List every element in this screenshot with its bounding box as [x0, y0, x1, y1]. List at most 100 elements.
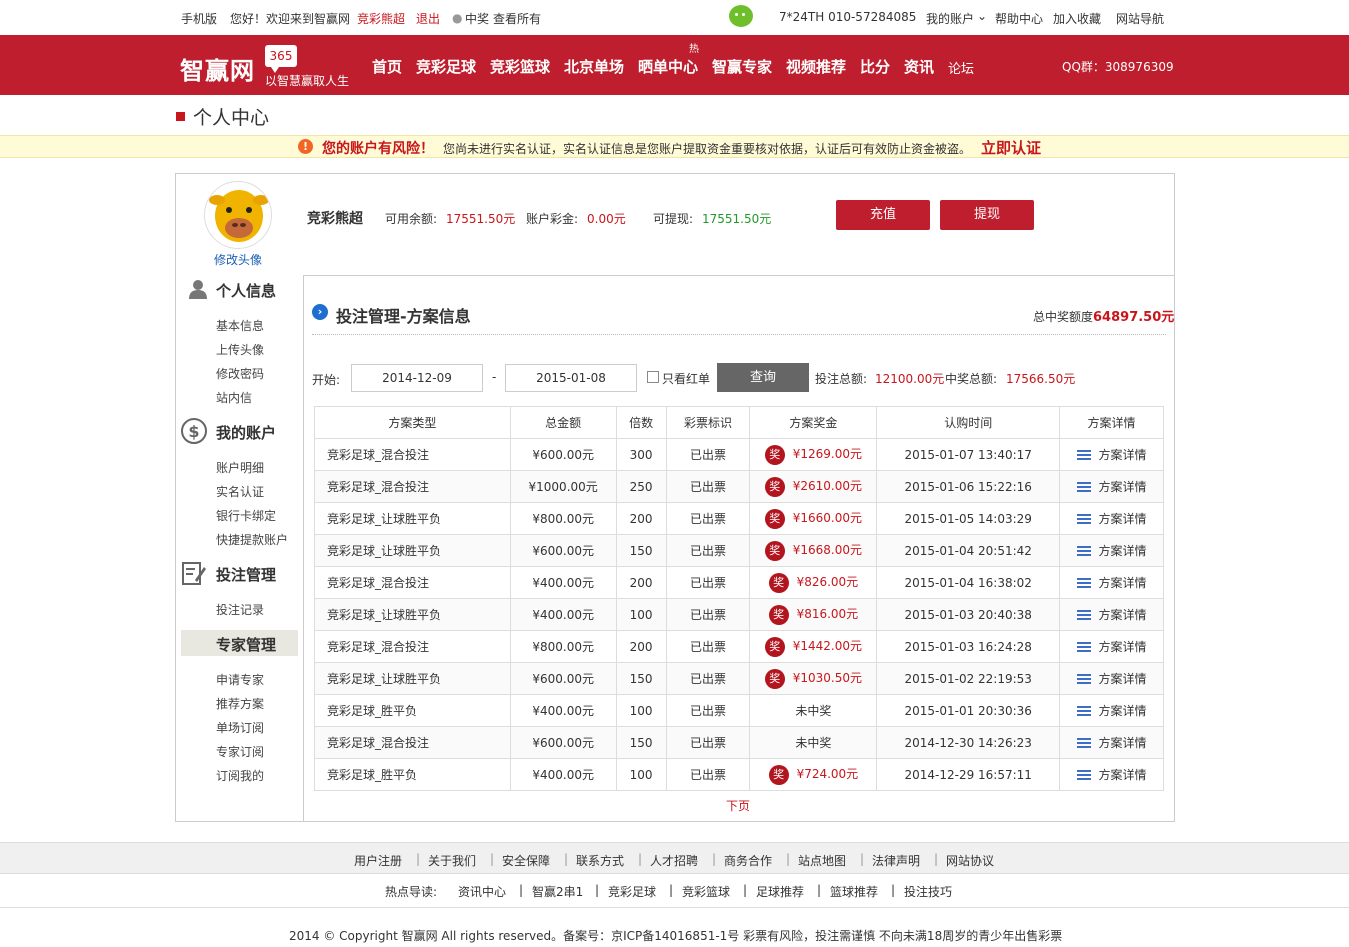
sidebar-item-recommend[interactable]: 推荐方案: [216, 695, 264, 712]
sidebar-item-single-subscribe[interactable]: 单场订阅: [216, 719, 264, 736]
detail-link[interactable]: 方案详情: [1099, 608, 1147, 622]
hot-link-jczq[interactable]: 竞彩足球: [608, 883, 656, 900]
footer-link-register[interactable]: 用户注册: [354, 852, 402, 869]
end-date-input[interactable]: 2015-01-08: [505, 364, 637, 392]
nav-bjdc[interactable]: 北京单场: [564, 56, 624, 77]
nav-jczq[interactable]: 竞彩足球: [416, 56, 476, 77]
hot-link-news[interactable]: 资讯中心: [458, 883, 506, 900]
username-link[interactable]: 竞彩熊超: [357, 10, 405, 27]
sidebar-item-change-password[interactable]: 修改密码: [216, 365, 264, 382]
table-row: 竞彩足球_混合投注 ¥600.00元 150 已出票 未中奖 2014-12-30 14:…: [314, 726, 1164, 759]
win-total-value: 17566.50元: [1006, 372, 1076, 386]
hot-link-football-tips[interactable]: 足球推荐: [756, 883, 804, 900]
sidebar-item-bet-records[interactable]: 投注记录: [216, 601, 264, 618]
cell-type: 竞彩足球_胜平负: [314, 694, 511, 727]
footer-separator: |: [934, 852, 939, 866]
footer-link-contact[interactable]: 联系方式: [576, 852, 624, 869]
help-center-link[interactable]: 帮助中心: [995, 10, 1043, 27]
red-only-checkbox[interactable]: [647, 371, 659, 383]
sidebar-section-expert[interactable]: 专家管理: [181, 630, 298, 656]
nav-forum[interactable]: 论坛: [948, 58, 974, 77]
detail-link[interactable]: 方案详情: [1099, 448, 1147, 462]
footer-link-about[interactable]: 关于我们: [428, 852, 476, 869]
detail-link[interactable]: 方案详情: [1099, 672, 1147, 686]
sidebar-item-bank-card[interactable]: 银行卡绑定: [216, 507, 276, 524]
verify-now-link[interactable]: 立即认证: [981, 137, 1041, 158]
cell-status: 已出票: [665, 726, 751, 759]
add-favorite-link[interactable]: 加入收藏: [1053, 10, 1101, 27]
my-account-menu[interactable]: 我的账户: [926, 10, 974, 27]
sidebar-item-my-subscribers[interactable]: 订阅我的: [216, 767, 264, 784]
prize-icon: 奖: [768, 572, 789, 593]
hot-link-2chuan1[interactable]: 智赢2串1: [532, 883, 583, 900]
recharge-button[interactable]: 充值: [836, 200, 930, 230]
table-row: 竞彩足球_胜平负 ¥400.00元 100 已出票 未中奖 2015-01-01 20:3…: [314, 694, 1164, 727]
footer-link-jobs[interactable]: 人才招聘: [650, 852, 698, 869]
sidebar-item-messages[interactable]: 站内信: [216, 389, 252, 406]
prize-icon: 奖: [764, 508, 785, 529]
hot-link-jclq[interactable]: 竞彩篮球: [682, 883, 730, 900]
view-all-link[interactable]: 查看所有: [493, 10, 541, 27]
nav-home[interactable]: 首页: [372, 56, 402, 77]
sidebar-item-upload-avatar[interactable]: 上传头像: [216, 341, 264, 358]
hot-link-basketball-tips[interactable]: 篮球推荐: [830, 883, 878, 900]
cell-time: 2015-01-03 16:24:28: [876, 630, 1061, 663]
footer-link-legal[interactable]: 法律声明: [872, 852, 920, 869]
detail-link[interactable]: 方案详情: [1099, 768, 1147, 782]
sidebar-section-betting[interactable]: 投注管理: [181, 559, 298, 587]
start-date-input[interactable]: 2014-12-09: [351, 364, 483, 392]
footer-link-agreement[interactable]: 网站协议: [946, 852, 994, 869]
detail-link[interactable]: 方案详情: [1099, 704, 1147, 718]
cell-type: 竞彩足球_混合投注: [314, 438, 511, 471]
detail-link[interactable]: 方案详情: [1099, 576, 1147, 590]
list-icon: [1076, 546, 1091, 557]
site-logo[interactable]: 智赢网: [180, 51, 255, 86]
avatar[interactable]: [204, 181, 272, 249]
prize-icon: 奖: [768, 604, 789, 625]
warning-text: 您尚未进行实名认证，实名认证信息是您账户提取资金重要核对依据，认证后可有效防止资…: [443, 142, 972, 156]
sidebar-item-account-detail[interactable]: 账户明细: [216, 459, 264, 476]
nav-video[interactable]: 视频推荐: [786, 56, 846, 77]
nav-jclq[interactable]: 竞彩篮球: [490, 56, 550, 77]
footer-link-business[interactable]: 商务合作: [724, 852, 772, 869]
detail-link[interactable]: 方案详情: [1099, 480, 1147, 494]
sidebar-item-basic-info[interactable]: 基本信息: [216, 317, 264, 334]
detail-link[interactable]: 方案详情: [1099, 736, 1147, 750]
sidebar-item-expert-subscribe[interactable]: 专家订阅: [216, 743, 264, 760]
list-icon: [1076, 482, 1091, 493]
hot-link-betting-skills[interactable]: 投注技巧: [904, 883, 952, 900]
cell-prize-wrap: 未中奖: [749, 694, 878, 727]
cell-amount: ¥600.00元: [509, 438, 617, 471]
sidebar-item-realname[interactable]: 实名认证: [216, 483, 264, 500]
nav-share-center[interactable]: 晒单中心: [638, 56, 698, 77]
cell-detail: 方案详情: [1059, 438, 1164, 471]
sidebar-section-account[interactable]: $ 我的账户: [181, 417, 298, 445]
next-page-link[interactable]: 下页: [726, 797, 750, 814]
detail-link[interactable]: 方案详情: [1099, 544, 1147, 558]
bet-records-table: 方案类型 总金额 倍数 彩票标识 方案奖金 认购时间 方案详情 竞彩足球_混合投…: [314, 406, 1164, 791]
nav-experts[interactable]: 智赢专家: [712, 56, 772, 77]
mobile-link[interactable]: 手机版: [181, 10, 217, 27]
cell-multiple: 100: [615, 598, 667, 631]
cell-time: 2015-01-05 14:03:29: [876, 502, 1061, 535]
footer-separator: |: [519, 883, 524, 897]
detail-link[interactable]: 方案详情: [1099, 640, 1147, 654]
footer-link-security[interactable]: 安全保障: [502, 852, 550, 869]
wechat-icon[interactable]: [729, 5, 753, 27]
change-avatar-link[interactable]: 修改头像: [214, 251, 262, 268]
nav-news[interactable]: 资讯: [904, 56, 934, 77]
sidebar-section-personal[interactable]: 个人信息: [181, 275, 298, 303]
prize-icon: 奖: [764, 668, 785, 689]
detail-link[interactable]: 方案详情: [1099, 512, 1147, 526]
sidebar-item-apply-expert[interactable]: 申请专家: [216, 671, 264, 688]
cell-amount: ¥400.00元: [509, 598, 617, 631]
cell-prize: ¥1668.00元: [792, 543, 862, 557]
section-title: 投注管理-方案信息: [336, 307, 471, 326]
sidebar-item-quick-withdraw[interactable]: 快捷提款账户: [216, 531, 288, 548]
withdraw-button[interactable]: 提现: [940, 200, 1034, 230]
footer-link-sitemap[interactable]: 站点地图: [798, 852, 846, 869]
query-button[interactable]: 查询: [717, 363, 809, 392]
logout-link[interactable]: 退出: [416, 10, 440, 27]
nav-score[interactable]: 比分: [860, 56, 890, 77]
site-nav-link[interactable]: 网站导航: [1116, 10, 1164, 27]
